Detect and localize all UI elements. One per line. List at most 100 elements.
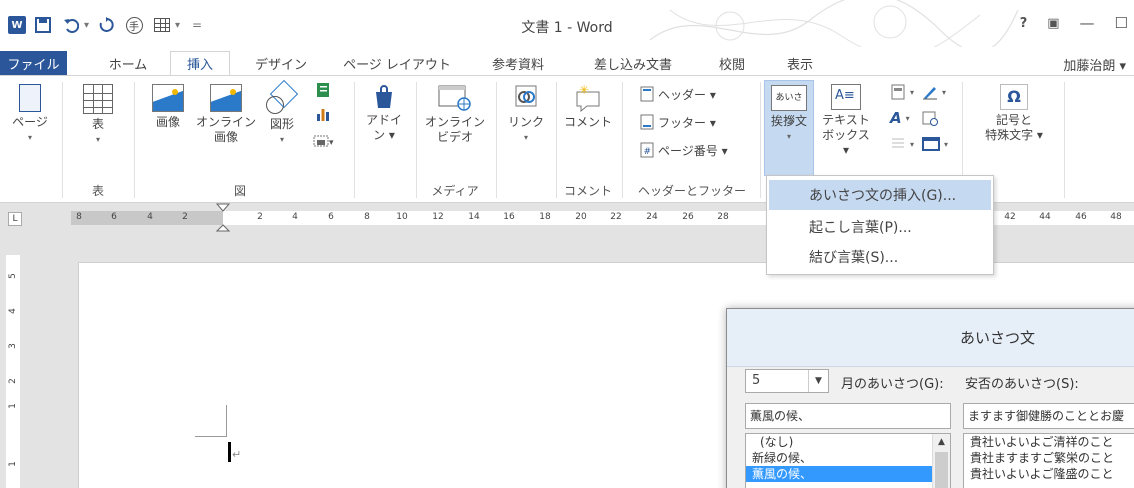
quick-parts-icon — [891, 84, 905, 100]
ruler-tick: 14 — [468, 212, 480, 222]
ruler-tick: 8 — [364, 212, 370, 222]
textbox-label-1: テキスト — [822, 113, 870, 127]
greeting-button[interactable]: あいさつ 挨拶文 ▾ — [764, 80, 814, 176]
list-item[interactable]: 新緑の候、 — [746, 450, 950, 466]
link-label: リンク — [507, 115, 544, 129]
help-button[interactable]: ? — [1020, 16, 1028, 31]
online-picture-button[interactable]: オンライン 画像 — [196, 84, 256, 145]
month-greeting-label: 月のあいさつ(G): — [841, 377, 944, 392]
online-video-button[interactable]: オンライン ビデオ — [424, 84, 486, 145]
list-item[interactable]: 貴社いよいよご清祥のこと — [964, 434, 1134, 450]
link-dropdown-arrow: ▾ — [523, 133, 528, 142]
title-bar: W ▾ 手 ▾ = 文書 1 - Word ? ▣ — ☐ — [0, 0, 1134, 52]
screenshot-button[interactable]: ▾ — [310, 132, 340, 152]
smartart-button[interactable] — [312, 82, 334, 102]
tab-file[interactable]: ファイル — [0, 51, 67, 75]
tab-view[interactable]: 表示 — [778, 51, 822, 75]
shapes-label: 図形 — [269, 117, 294, 131]
scroll-thumb[interactable] — [935, 452, 948, 488]
list-item[interactable]: 貴社いよいよご隆盛のこと — [964, 466, 1134, 482]
object-button[interactable]: ▾ — [922, 134, 948, 154]
textbox-button[interactable]: A≡ テキスト ボックス ▾ — [818, 84, 874, 158]
month-list-scrollbar[interactable]: ▲ — [932, 434, 950, 488]
smartart-icon — [317, 83, 329, 97]
group-separator — [354, 82, 355, 198]
scroll-up-icon[interactable]: ▲ — [933, 434, 950, 450]
ruler-tick: 4 — [292, 212, 298, 222]
vertical-ruler[interactable]: 5 4 3 2 1 1 — [6, 255, 20, 488]
wordart-button[interactable]: A ▾ — [890, 108, 910, 128]
object-dropdown-arrow: ▾ — [944, 139, 949, 149]
symbols-label-1: 記号と — [995, 113, 1032, 127]
group-separator — [1064, 82, 1065, 198]
tab-review[interactable]: 校閲 — [710, 51, 754, 75]
pages-label: ページ — [12, 115, 48, 129]
svg-text:#: # — [644, 147, 652, 157]
tab-home[interactable]: ホーム — [103, 51, 153, 75]
shapes-icon — [266, 84, 298, 114]
paragraph-mark: ↵ — [232, 448, 242, 461]
tab-references[interactable]: 参考資料 — [485, 51, 551, 75]
indent-marker[interactable] — [216, 203, 230, 233]
tab-insert[interactable]: 挿入 — [170, 51, 230, 75]
vruler-tick: 3 — [8, 343, 18, 349]
textbox-icon: A≡ — [831, 84, 861, 110]
drop-cap-icon — [892, 138, 904, 148]
ruler-tick: 20 — [575, 212, 587, 222]
wordart-icon: A — [890, 109, 902, 127]
month-greeting-input[interactable]: 薫風の候、 — [745, 403, 951, 429]
text-cursor — [228, 442, 231, 462]
ruler-tick: 2 — [257, 212, 263, 222]
picture-icon — [152, 84, 184, 112]
ruler-tick: 12 — [432, 212, 444, 222]
user-account[interactable]: 加藤治朗 ▾ — [1063, 55, 1126, 74]
list-item[interactable]: 貴社ますますご繁栄のこと — [964, 450, 1134, 466]
group-separator — [62, 82, 63, 198]
menu-insert-greeting[interactable]: あいさつ文の挿入(G)... — [769, 180, 991, 210]
footer-button[interactable]: フッター ▾ — [640, 112, 716, 132]
ruler-tick: 2 — [182, 212, 188, 222]
tab-selector[interactable]: L — [8, 212, 22, 226]
month-greeting-list[interactable]: (なし) 新緑の候、 薫風の候、 ▲ — [745, 433, 951, 488]
restore-button[interactable]: ☐ — [1115, 14, 1128, 32]
page-number-button[interactable]: # ページ番号 ▾ — [640, 140, 728, 160]
tab-design[interactable]: デザイン — [250, 51, 312, 75]
symbols-button[interactable]: Ω 記号と 特殊文字 ▾ — [976, 84, 1052, 143]
ruler-tick: 4 — [147, 212, 153, 222]
signature-line-button[interactable]: ▾ — [922, 82, 946, 102]
ribbon-display-options-button[interactable]: ▣ — [1047, 16, 1059, 31]
picture-label: 画像 — [155, 115, 180, 129]
date-time-button[interactable] — [922, 108, 938, 128]
link-button[interactable]: リンク ▾ — [504, 84, 548, 145]
quick-parts-button[interactable]: ▾ — [890, 82, 914, 102]
header-button[interactable]: ヘッダー ▾ — [640, 84, 716, 104]
ruler-tick: 18 — [539, 212, 551, 222]
comment-button[interactable]: ✳ コメント — [562, 84, 614, 130]
menu-opening-words[interactable]: 起こし言葉(P)... — [769, 212, 991, 242]
month-select[interactable]: 5 ▼ — [745, 369, 829, 393]
online-picture-label-2: 画像 — [213, 130, 238, 144]
chart-button[interactable] — [312, 106, 334, 126]
table-dropdown-arrow: ▾ — [95, 135, 100, 144]
health-greeting-list[interactable]: 貴社いよいよご清祥のこと 貴社ますますご繁栄のこと 貴社いよいよご隆盛のこと — [963, 433, 1134, 488]
footer-label: フッター ▾ — [658, 115, 716, 130]
drop-cap-button[interactable]: ▾ — [890, 134, 914, 154]
header-label: ヘッダー ▾ — [658, 87, 716, 102]
menu-closing-words[interactable]: 結び言葉(S)... — [769, 242, 991, 272]
list-item-selected[interactable]: 薫風の候、 — [746, 466, 932, 482]
list-item[interactable]: (なし) — [746, 434, 950, 450]
tab-mailings[interactable]: 差し込み文書 — [583, 51, 683, 75]
shapes-button[interactable]: 図形 ▾ — [258, 84, 306, 147]
tab-page-layout[interactable]: ページ レイアウト — [337, 51, 457, 75]
greeting-icon: あいさつ — [771, 85, 807, 127]
signature-line-icon — [923, 87, 937, 100]
addins-button[interactable]: アドイ ン ▾ — [362, 84, 406, 143]
health-greeting-input[interactable]: ますます御健勝のこととお慶 — [963, 403, 1134, 429]
minimize-button[interactable]: — — [1080, 14, 1095, 32]
chevron-down-icon[interactable]: ▼ — [808, 370, 828, 392]
table-button[interactable]: 表 ▾ — [74, 84, 122, 147]
online-video-icon — [438, 85, 471, 111]
pages-button[interactable]: ページ ▾ — [4, 84, 56, 145]
picture-button[interactable]: 画像 — [142, 84, 194, 130]
drop-cap-dropdown-arrow: ▾ — [910, 139, 915, 149]
